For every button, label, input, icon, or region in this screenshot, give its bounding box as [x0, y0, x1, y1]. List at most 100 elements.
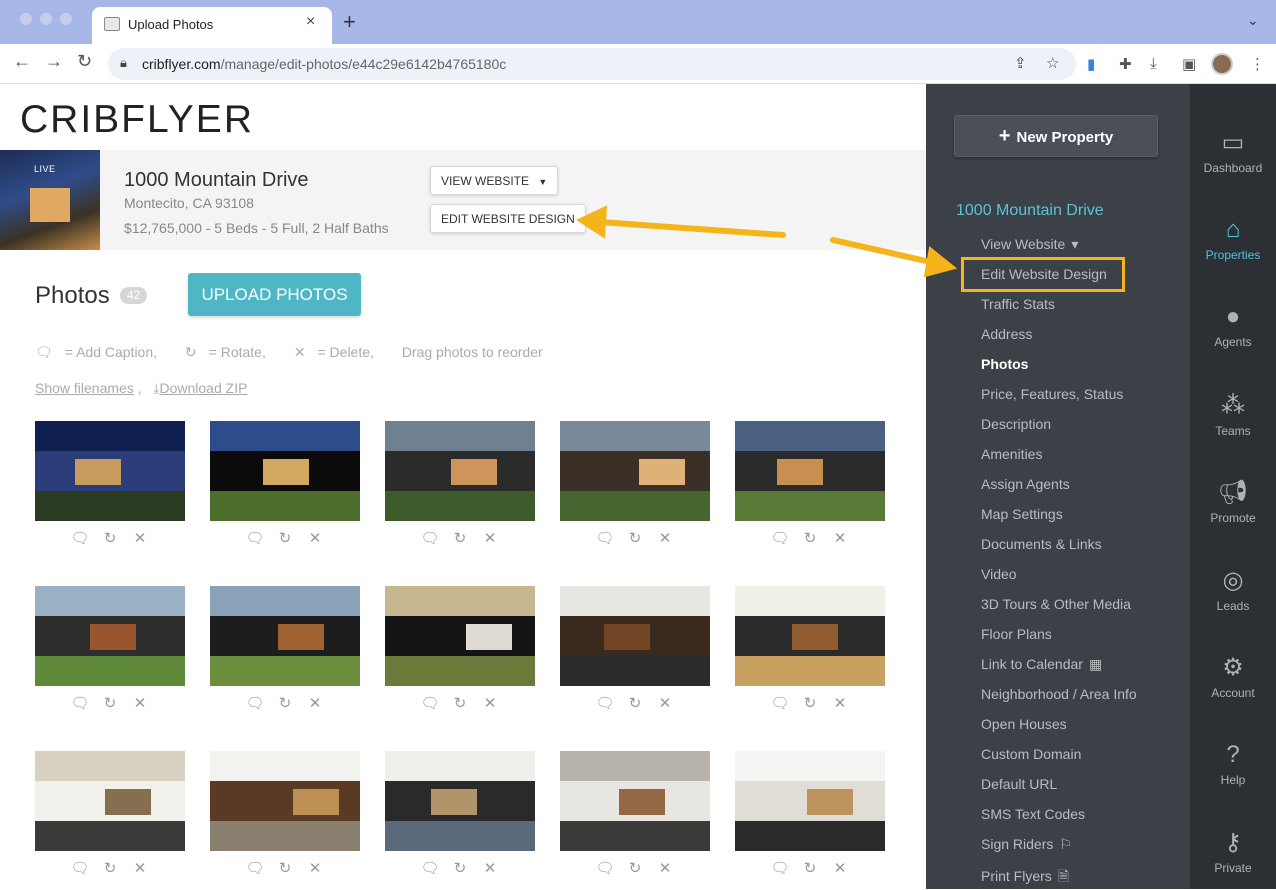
comment-icon[interactable]: 🗨︎: [65, 529, 95, 547]
rotate-icon[interactable]: ↻: [95, 859, 125, 877]
extension-icon[interactable]: ▮: [1087, 55, 1095, 73]
delete-icon[interactable]: ✕: [125, 859, 155, 877]
nav-teams[interactable]: ⁂ Teams: [1190, 391, 1276, 438]
back-icon[interactable]: ←: [13, 51, 31, 72]
delete-icon[interactable]: ✕: [825, 529, 855, 547]
comment-icon[interactable]: 🗨︎: [65, 859, 95, 877]
sidebar-item-map-settings[interactable]: Map Settings: [981, 506, 1063, 522]
upload-photos-button[interactable]: UPLOAD PHOTOS: [188, 273, 361, 316]
rotate-icon[interactable]: ↻: [620, 859, 650, 877]
kebab-menu-icon[interactable]: ⋮: [1250, 55, 1265, 73]
photo-thumbnail[interactable]: [385, 421, 535, 521]
comment-icon[interactable]: 🗨︎: [590, 859, 620, 877]
rotate-icon[interactable]: ↻: [95, 694, 125, 712]
delete-icon[interactable]: ✕: [475, 859, 505, 877]
reload-icon[interactable]: ↻: [77, 51, 92, 72]
photo-thumbnail[interactable]: [735, 586, 885, 686]
puzzle-icon[interactable]: ✚: [1119, 55, 1132, 73]
photo-thumbnail[interactable]: [210, 421, 360, 521]
sidebar-item-amenities[interactable]: Amenities: [981, 446, 1042, 462]
sidebar-item-open-houses[interactable]: Open Houses: [981, 716, 1067, 732]
sidepanel-icon[interactable]: ▣: [1182, 55, 1196, 73]
comment-icon[interactable]: 🗨︎: [765, 694, 795, 712]
window-minimize-button[interactable]: [40, 13, 52, 25]
sidebar-item-description[interactable]: Description: [981, 416, 1051, 432]
sidebar-item-custom-domain[interactable]: Custom Domain: [981, 746, 1081, 762]
photo-thumbnail[interactable]: [560, 421, 710, 521]
site-logo[interactable]: CRIBFLYER: [20, 98, 254, 142]
sidebar-item-floor-plans[interactable]: Floor Plans: [981, 626, 1052, 642]
download-zip-link[interactable]: Download ZIP: [159, 380, 247, 396]
sidebar-item-address[interactable]: Address: [981, 326, 1032, 342]
delete-icon[interactable]: ✕: [125, 529, 155, 547]
delete-icon[interactable]: ✕: [475, 694, 505, 712]
nav-leads[interactable]: ◎ Leads: [1190, 566, 1276, 613]
sidebar-item-sms-text-codes[interactable]: SMS Text Codes: [981, 806, 1085, 822]
sidebar-item-view-website[interactable]: View Website ▾: [981, 236, 1078, 253]
sidebar-item-assign-agents[interactable]: Assign Agents: [981, 476, 1070, 492]
delete-icon[interactable]: ✕: [825, 694, 855, 712]
sidebar-item-documents-links[interactable]: Documents & Links: [981, 536, 1102, 552]
comment-icon[interactable]: 🗨︎: [415, 859, 445, 877]
new-property-button[interactable]: + New Property: [954, 115, 1158, 157]
sidebar-property-title[interactable]: 1000 Mountain Drive: [956, 202, 1104, 220]
photo-thumbnail[interactable]: [35, 586, 185, 686]
delete-icon[interactable]: ✕: [125, 694, 155, 712]
sidebar-item-video[interactable]: Video: [981, 566, 1017, 582]
nav-properties[interactable]: ⌂ Properties: [1190, 216, 1276, 262]
window-zoom-button[interactable]: [60, 13, 72, 25]
delete-icon[interactable]: ✕: [300, 529, 330, 547]
address-bar[interactable]: 🔒︎ cribflyer.com/manage/edit-photos/e44c…: [108, 48, 1076, 80]
url-text[interactable]: cribflyer.com/manage/edit-photos/e44c29e…: [142, 56, 506, 72]
rotate-icon[interactable]: ↻: [620, 694, 650, 712]
sidebar-item-default-url[interactable]: Default URL: [981, 776, 1057, 792]
sidebar-item-neighborhood-area-info[interactable]: Neighborhood / Area Info: [981, 686, 1137, 702]
rotate-icon[interactable]: ↻: [445, 859, 475, 877]
sidebar-item-sign-riders[interactable]: Sign Riders ⚐: [981, 836, 1072, 853]
rotate-icon[interactable]: ↻: [270, 694, 300, 712]
sidebar-item-traffic-stats[interactable]: Traffic Stats: [981, 296, 1055, 312]
chevron-down-icon[interactable]: ⌄: [1247, 12, 1259, 29]
photo-thumbnail[interactable]: [35, 751, 185, 851]
sidebar-item-print-flyers[interactable]: Print Flyers 🗎︎: [981, 866, 1069, 890]
comment-icon[interactable]: 🗨︎: [765, 859, 795, 877]
sidebar-item-photos[interactable]: Photos: [981, 356, 1028, 372]
comment-icon[interactable]: 🗨︎: [765, 529, 795, 547]
photo-thumbnail[interactable]: [385, 586, 535, 686]
delete-icon[interactable]: ✕: [300, 859, 330, 877]
comment-icon[interactable]: 🗨︎: [415, 694, 445, 712]
nav-account[interactable]: ⚙ Account: [1190, 653, 1276, 700]
photo-thumbnail[interactable]: [560, 586, 710, 686]
nav-dashboard[interactable]: ▭ Dashboard: [1190, 128, 1276, 175]
photo-thumbnail[interactable]: [210, 586, 360, 686]
rotate-icon[interactable]: ↻: [270, 529, 300, 547]
delete-icon[interactable]: ✕: [650, 859, 680, 877]
profile-avatar[interactable]: [1211, 53, 1233, 75]
download-icon[interactable]: ⤓: [1150, 55, 1157, 72]
rotate-icon[interactable]: ↻: [795, 529, 825, 547]
delete-icon[interactable]: ✕: [300, 694, 330, 712]
rotate-icon[interactable]: ↻: [620, 529, 650, 547]
nav-help[interactable]: ? Help: [1190, 741, 1276, 787]
delete-icon[interactable]: ✕: [825, 859, 855, 877]
photo-thumbnail[interactable]: [735, 421, 885, 521]
photo-thumbnail[interactable]: [210, 751, 360, 851]
close-tab-icon[interactable]: ×: [306, 13, 315, 31]
sidebar-item-price-features-status[interactable]: Price, Features, Status: [981, 386, 1123, 402]
show-filenames-link[interactable]: Show filenames: [35, 380, 134, 396]
browser-tab[interactable]: Upload Photos ×: [92, 7, 332, 44]
comment-icon[interactable]: 🗨︎: [65, 694, 95, 712]
share-icon[interactable]: ⇪: [1014, 54, 1027, 72]
comment-icon[interactable]: 🗨︎: [415, 529, 445, 547]
nav-private[interactable]: ⚷ Private: [1190, 828, 1276, 875]
rotate-icon[interactable]: ↻: [795, 859, 825, 877]
comment-icon[interactable]: 🗨︎: [240, 694, 270, 712]
delete-icon[interactable]: ✕: [650, 529, 680, 547]
nav-agents[interactable]: ● Agents: [1190, 303, 1276, 349]
star-icon[interactable]: ☆: [1046, 54, 1059, 72]
rotate-icon[interactable]: ↻: [445, 694, 475, 712]
rotate-icon[interactable]: ↻: [95, 529, 125, 547]
edit-website-design-button[interactable]: EDIT WEBSITE DESIGN: [430, 204, 586, 233]
photo-thumbnail[interactable]: [35, 421, 185, 521]
photo-thumbnail[interactable]: [560, 751, 710, 851]
